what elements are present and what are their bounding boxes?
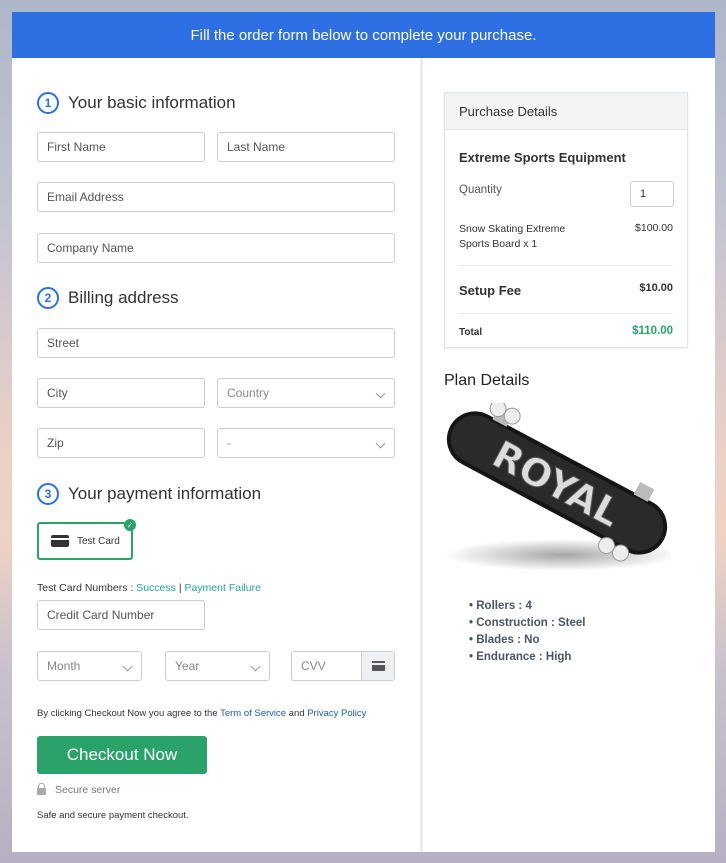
- step-title: Your payment information: [68, 484, 262, 503]
- order-form-card: 1 Your basic information First Name Last…: [12, 58, 715, 852]
- terms-notice: By clicking Checkout Now you agree to th…: [37, 708, 366, 719]
- test-numbers-label: Test Card Numbers :: [37, 582, 134, 594]
- setup-fee-price: $10.00: [639, 282, 673, 294]
- expiry-year-select[interactable]: Year: [165, 651, 270, 681]
- cvv-field[interactable]: CVV: [291, 651, 395, 681]
- total-label: Total: [459, 327, 483, 338]
- credit-card-icon: [361, 652, 394, 680]
- country-placeholder: Country: [227, 386, 270, 400]
- street-placeholder: Street: [47, 336, 80, 350]
- list-item: Blades : No: [469, 632, 586, 649]
- test-card-numbers: Test Card Numbers : Success | Payment Fa…: [37, 582, 261, 594]
- divider: [459, 313, 673, 314]
- step-billing-address: 2 Billing address: [37, 287, 179, 309]
- lock-icon: [37, 783, 46, 795]
- payment-failure-link[interactable]: Payment Failure: [184, 582, 260, 594]
- country-select[interactable]: Country: [217, 378, 395, 408]
- header-banner: Fill the order form below to complete yo…: [12, 12, 715, 58]
- payment-method-label: Test Card: [77, 535, 120, 547]
- line-item-price: $100.00: [635, 222, 673, 234]
- year-placeholder: Year: [175, 659, 200, 673]
- payment-method-test-card[interactable]: Test Card ✓: [37, 519, 136, 560]
- chevron-down-icon: [375, 438, 386, 449]
- terms-text: By clicking Checkout Now you agree to th…: [37, 708, 218, 719]
- step-payment-info: 3 Your payment information: [37, 483, 261, 505]
- column-divider: [420, 58, 423, 852]
- line-item-name: Snow Skating Extreme Sports Board x 1: [459, 223, 566, 250]
- last-name-field[interactable]: Last Name: [217, 132, 395, 162]
- city-placeholder: City: [47, 386, 68, 400]
- card-number-placeholder: Credit Card Number: [47, 608, 155, 622]
- total-price: $110.00: [632, 325, 673, 337]
- cvv-placeholder: CVV: [301, 659, 326, 673]
- zip-placeholder: Zip: [47, 436, 64, 450]
- company-field[interactable]: Company Name: [37, 233, 395, 263]
- state-select[interactable]: -: [217, 428, 395, 458]
- privacy-policy-link[interactable]: Privacy Policy: [307, 708, 366, 719]
- street-field[interactable]: Street: [37, 328, 395, 358]
- chevron-down-icon: [250, 661, 261, 672]
- secure-server-note: Secure server: [37, 783, 121, 796]
- terms-of-service-link[interactable]: Term of Service: [220, 708, 286, 719]
- email-field[interactable]: Email Address: [37, 182, 395, 212]
- success-link[interactable]: Success: [136, 582, 176, 594]
- skateboard-image: ROYAL: [444, 403, 670, 571]
- step-number: 1: [37, 92, 59, 114]
- last-name-placeholder: Last Name: [227, 140, 286, 154]
- credit-card-icon: [51, 535, 69, 547]
- chevron-down-icon: [122, 661, 133, 672]
- list-item: Rollers : 4: [469, 598, 586, 615]
- purchase-details-header: Purchase Details: [445, 93, 687, 130]
- chevron-down-icon: [375, 388, 386, 399]
- quantity-label: Quantity: [459, 184, 502, 196]
- company-placeholder: Company Name: [47, 241, 134, 255]
- safe-checkout-note: Safe and secure payment checkout.: [37, 810, 189, 821]
- check-icon: ✓: [124, 519, 136, 531]
- checkout-now-button[interactable]: Checkout Now: [37, 736, 207, 774]
- step-title: Billing address: [68, 288, 179, 307]
- purchase-details-panel: Purchase Details Extreme Sports Equipmen…: [444, 92, 688, 348]
- step-basic-info: 1 Your basic information: [37, 92, 236, 114]
- plan-features-list: Rollers : 4 Construction : Steel Blades …: [469, 598, 586, 666]
- list-item: Endurance : High: [469, 649, 586, 666]
- secure-server-label: Secure server: [55, 784, 121, 796]
- first-name-field[interactable]: First Name: [37, 132, 205, 162]
- email-placeholder: Email Address: [47, 190, 124, 204]
- state-placeholder: -: [227, 436, 231, 450]
- quantity-input[interactable]: 1: [630, 181, 674, 207]
- setup-fee-label: Setup Fee: [459, 283, 522, 298]
- link-separator: |: [178, 582, 182, 594]
- city-field[interactable]: City: [37, 378, 205, 408]
- month-placeholder: Month: [47, 659, 81, 673]
- zip-field[interactable]: Zip: [37, 428, 205, 458]
- step-number: 2: [37, 287, 59, 309]
- step-number: 3: [37, 483, 59, 505]
- expiry-month-select[interactable]: Month: [37, 651, 142, 681]
- plan-details-title: Plan Details: [444, 372, 530, 389]
- divider: [459, 265, 673, 266]
- product-name: Extreme Sports Equipment: [459, 150, 626, 165]
- first-name-placeholder: First Name: [47, 140, 106, 154]
- terms-and-text: and: [288, 708, 305, 719]
- list-item: Construction : Steel: [469, 615, 585, 632]
- step-title: Your basic information: [68, 93, 236, 112]
- card-number-field[interactable]: Credit Card Number: [37, 600, 205, 630]
